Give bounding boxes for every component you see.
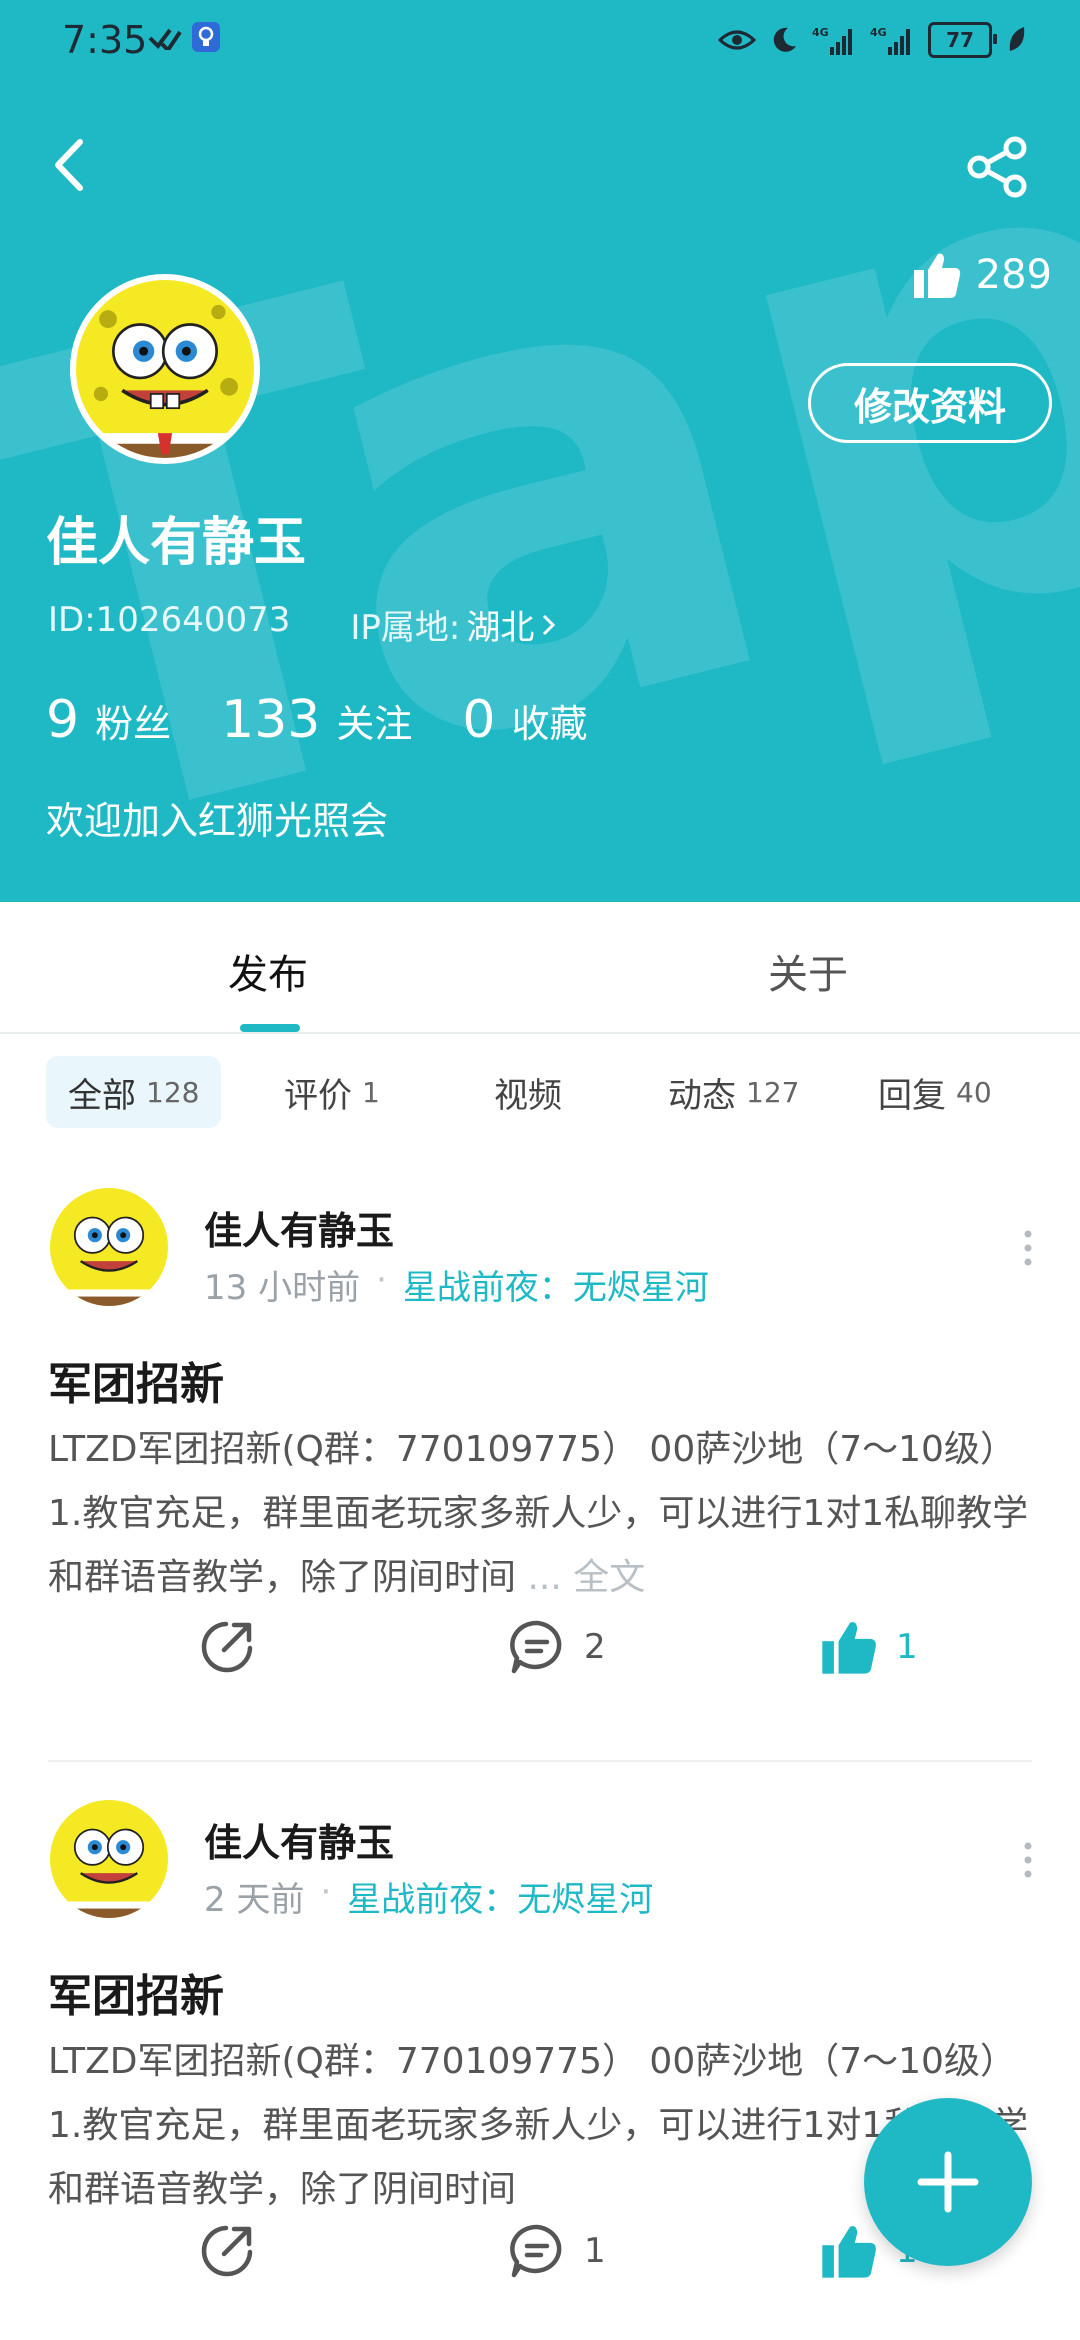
meta-separator: ·: [320, 1872, 332, 1912]
post-card[interactable]: 佳人有静玉 13 小时前 · 星战前夜：无烬星河 军团招新 LTZD军团招新(Q…: [0, 1168, 1080, 1762]
filter-replies[interactable]: 回复 40: [878, 1056, 992, 1128]
edit-profile-button[interactable]: 修改资料: [808, 363, 1052, 443]
post-body[interactable]: LTZD军团招新(Q群：770109775） 00萨沙地（7～10级）1.教官充…: [48, 1418, 1038, 1610]
post-actions: 2 1: [0, 1600, 1080, 1690]
comment-action[interactable]: 1: [508, 2222, 606, 2280]
status-bar: 7:35 4G 4G 77: [0, 0, 1080, 80]
read-more-link[interactable]: ... 全文: [527, 1557, 645, 1598]
post-game-link[interactable]: 星战前夜：无烬星河: [347, 1872, 653, 1921]
profile-username: 佳人有静玉: [46, 513, 307, 573]
stat-followers[interactable]: 9 粉丝: [46, 690, 171, 750]
avatar[interactable]: [70, 274, 260, 464]
comment-icon: [510, 2224, 562, 2278]
post-meta: 2 天前 · 星战前夜：无烬星河: [204, 1872, 653, 1921]
comment-action[interactable]: 2: [508, 1618, 606, 1676]
more-options-button[interactable]: [1020, 1840, 1036, 1880]
post-username[interactable]: 佳人有静玉: [204, 1812, 394, 1867]
comment-count: 1: [584, 2231, 606, 2271]
post-title: 军团招新: [48, 1359, 224, 1410]
back-button[interactable]: [40, 130, 96, 200]
stat-following[interactable]: 133 关注: [221, 690, 412, 750]
post-time: 13 小时前: [204, 1268, 361, 1308]
share-action[interactable]: [198, 1618, 256, 1676]
4g-signal-icon: 4G: [812, 26, 852, 55]
stats-row: 9 粉丝 133 关注 0 收藏: [46, 690, 588, 750]
post-username[interactable]: 佳人有静玉: [204, 1200, 394, 1255]
status-time: 7:35: [62, 18, 148, 62]
ip-location-link[interactable]: IP属地: 湖北: [350, 600, 558, 649]
profile-header: Tap 7:35 4G 4G 77 289 修改资料 佳人有静玉 ID:1026…: [0, 0, 1080, 902]
like-count: 1: [896, 1627, 918, 1667]
id-row: ID:102640073 IP属地: 湖北: [48, 600, 558, 649]
signal-check-icon: [148, 28, 182, 50]
filter-all[interactable]: 全部 128: [46, 1056, 222, 1128]
meta-separator: ·: [376, 1260, 387, 1300]
spongebob-avatar-image: [50, 1188, 168, 1306]
post-meta: 13 小时前 · 星战前夜：无烬星河: [204, 1260, 709, 1309]
bulb-notification-icon: [192, 22, 220, 52]
svg-text:4G: 4G: [870, 26, 887, 39]
battery-icon: 77: [928, 22, 997, 58]
post-title: 军团招新: [48, 1971, 224, 2022]
tab-publish[interactable]: 发布: [228, 942, 308, 1000]
moon-icon: [773, 27, 796, 52]
post-time: 2 天前: [204, 1880, 305, 1920]
create-post-button[interactable]: [864, 2098, 1032, 2266]
thumbs-up-icon: [913, 253, 960, 298]
divider: [48, 1760, 1032, 1762]
4g-signal-icon: 4G: [870, 26, 910, 55]
thumbs-up-icon: [822, 1622, 876, 1674]
plus-icon: [917, 2151, 979, 2213]
thumbs-up-icon: [822, 2226, 876, 2278]
post-avatar[interactable]: [50, 1800, 168, 1918]
tab-indicator: [240, 1024, 300, 1032]
ip-label: IP属地:: [350, 608, 461, 648]
filter-videos[interactable]: 视频: [494, 1056, 562, 1128]
profile-likes: 289: [912, 250, 1052, 300]
tab-about[interactable]: 关于: [768, 942, 848, 1000]
share-action[interactable]: [198, 2222, 256, 2280]
filter-reviews[interactable]: 评价 1: [284, 1056, 380, 1128]
svg-text:4G: 4G: [812, 26, 829, 39]
eye-icon: [718, 30, 756, 50]
share-arrow-icon: [201, 1621, 253, 1673]
share-button[interactable]: [965, 134, 1031, 200]
profile-tabs: 发布 关于: [0, 902, 1080, 1034]
spongebob-avatar-image: [76, 280, 254, 458]
profile-bio: 欢迎加入红狮光照会: [46, 799, 389, 843]
spongebob-avatar-image: [50, 1800, 168, 1918]
comment-count: 2: [584, 1627, 606, 1667]
filter-bar: 全部 128 评价 1 视频 动态 127 回复 40: [0, 1032, 1080, 1152]
post-game-link[interactable]: 星战前夜：无烬星河: [403, 1260, 709, 1309]
leaf-icon: [1009, 27, 1025, 51]
like-action[interactable]: 1: [820, 1618, 918, 1676]
more-options-button[interactable]: [1020, 1228, 1036, 1268]
likes-count: 289: [975, 252, 1052, 298]
share-arrow-icon: [201, 2225, 253, 2277]
user-id: ID:102640073: [48, 600, 291, 640]
stat-favorites[interactable]: 0 收藏: [462, 690, 587, 750]
post-avatar[interactable]: [50, 1188, 168, 1306]
ip-value: 湖北: [466, 608, 535, 648]
comment-icon: [510, 1620, 562, 1674]
filter-moments[interactable]: 动态 127: [668, 1056, 799, 1128]
chevron-right-icon: [543, 614, 556, 635]
